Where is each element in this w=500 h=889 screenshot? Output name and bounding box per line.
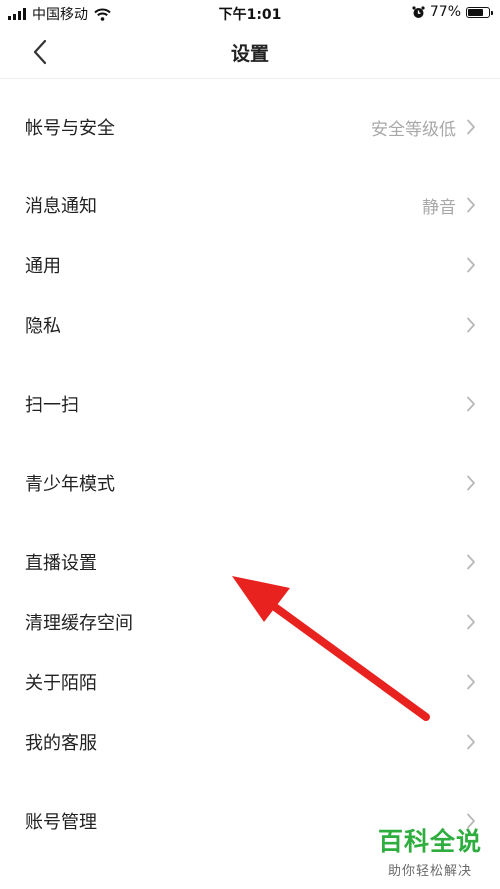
page-title: 设置 <box>230 43 269 65</box>
chevron-right-icon <box>467 475 475 491</box>
settings-item-label: 关于陌陌 <box>25 673 97 694</box>
watermark: 百科全说 助你轻松解决 <box>378 822 482 879</box>
settings-item-label: 我的客服 <box>25 733 97 754</box>
settings-item-label: 消息通知 <box>25 196 97 217</box>
settings-item-general[interactable]: 通用 <box>0 235 500 295</box>
settings-item-right <box>466 475 476 491</box>
settings-item-right <box>466 257 476 273</box>
back-button[interactable] <box>28 36 58 68</box>
settings-item-about[interactable]: 关于陌陌 <box>0 652 500 712</box>
settings-item-youth-mode[interactable]: 青少年模式 <box>0 453 500 513</box>
nav-bar: 设置 <box>0 26 500 78</box>
watermark-subtitle: 助你轻松解决 <box>387 864 472 879</box>
security-level-value: 安全等级低 <box>371 119 456 140</box>
chevron-right-icon <box>467 614 475 630</box>
settings-item-account-security[interactable]: 帐号与安全 安全等级低 <box>0 97 500 157</box>
settings-item-notifications[interactable]: 消息通知 静音 <box>0 175 500 235</box>
settings-item-label: 扫一扫 <box>25 395 79 416</box>
chevron-right-icon <box>467 674 475 690</box>
settings-item-right <box>466 734 476 750</box>
settings-item-right <box>466 674 476 690</box>
settings-item-scan[interactable]: 扫一扫 <box>0 374 500 434</box>
battery-percent: 77% <box>429 4 461 20</box>
chevron-right-icon <box>467 197 475 213</box>
chevron-right-icon <box>467 257 475 273</box>
settings-item-customer-service[interactable]: 我的客服 <box>0 712 500 772</box>
chevron-right-icon <box>467 317 475 333</box>
settings-item-right <box>466 396 476 412</box>
settings-item-right: 静音 <box>422 193 476 218</box>
settings-item-label: 账号管理 <box>25 812 97 833</box>
header-divider <box>0 78 500 79</box>
settings-item-label: 清理缓存空间 <box>25 613 133 634</box>
settings-item-privacy[interactable]: 隐私 <box>0 295 500 355</box>
settings-item-label: 帐号与安全 <box>25 118 115 139</box>
settings-item-right <box>466 554 476 570</box>
settings-item-live-settings[interactable]: 直播设置 <box>0 532 500 592</box>
settings-item-label: 青少年模式 <box>25 474 115 495</box>
settings-item-right <box>466 614 476 630</box>
settings-item-right <box>466 317 476 333</box>
settings-item-right: 安全等级低 <box>371 115 476 140</box>
chevron-right-icon <box>467 554 475 570</box>
notification-value: 静音 <box>422 197 456 218</box>
chevron-left-icon <box>33 39 47 65</box>
alarm-icon <box>412 5 425 18</box>
settings-item-label: 直播设置 <box>25 553 97 574</box>
watermark-title: 百科全说 <box>377 827 482 856</box>
chevron-right-icon <box>467 119 475 135</box>
settings-item-clear-cache[interactable]: 清理缓存空间 <box>0 592 500 652</box>
chevron-right-icon <box>467 396 475 412</box>
status-right: 77% <box>412 4 493 20</box>
status-bar: 中国移动 下午1:01 77% <box>0 0 500 26</box>
chevron-right-icon <box>467 734 475 750</box>
battery-icon <box>466 6 493 18</box>
settings-item-label: 通用 <box>25 256 61 277</box>
settings-item-label: 隐私 <box>25 316 61 337</box>
